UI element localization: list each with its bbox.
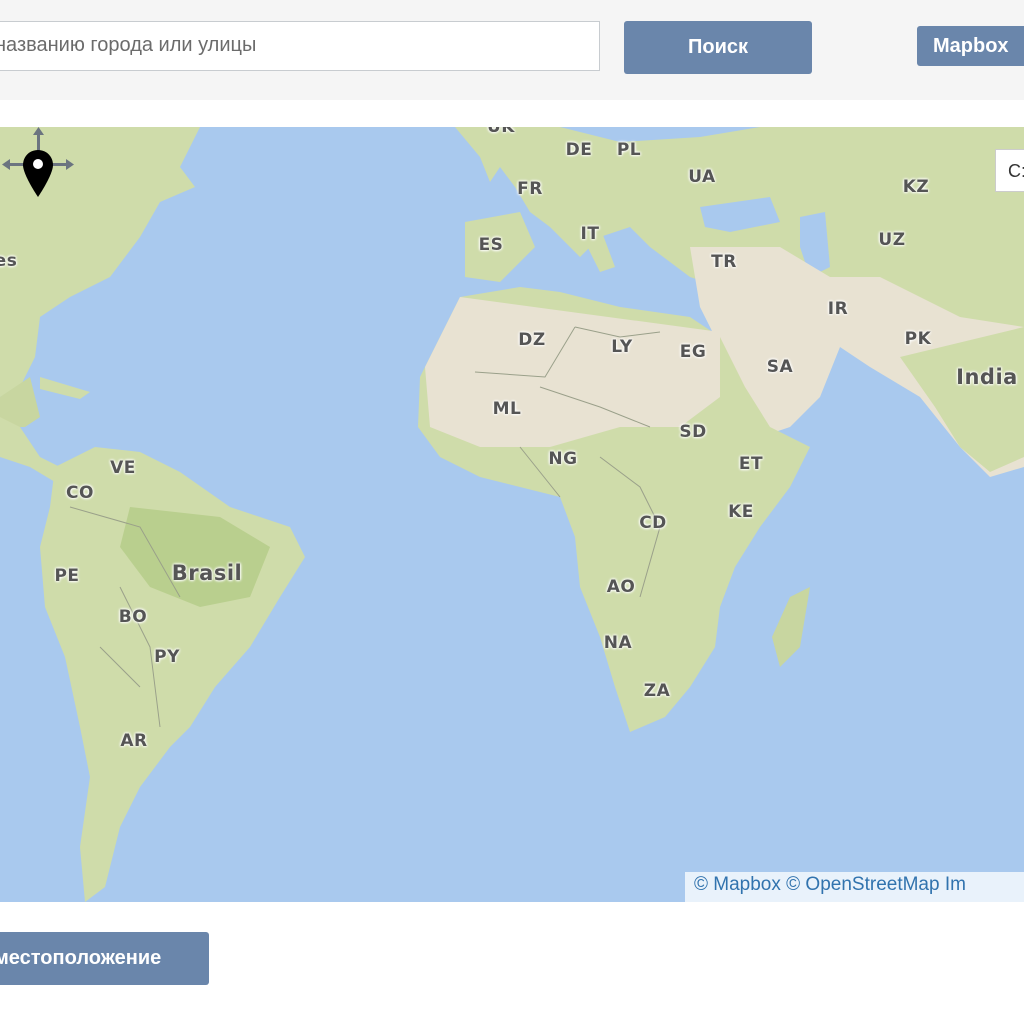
country-label: KE xyxy=(728,502,754,522)
country-label: PL xyxy=(616,140,642,160)
country-label: Brasil xyxy=(171,561,243,585)
country-label: AR xyxy=(120,731,148,751)
top-toolbar: Поиск Mapbox xyxy=(0,0,1024,100)
country-label: BO xyxy=(118,607,148,627)
country-label: ZA xyxy=(643,681,671,701)
country-label: DE xyxy=(565,140,593,160)
country-label: FR xyxy=(517,179,543,199)
country-label: PK xyxy=(904,329,932,349)
country-label: VE xyxy=(110,458,136,478)
country-label: ML xyxy=(492,399,522,419)
country-label: UZ xyxy=(878,230,906,250)
country-label: India xyxy=(956,365,1018,389)
map-control-box[interactable]: C: xyxy=(995,149,1024,192)
country-label: NA xyxy=(603,633,633,653)
search-input[interactable] xyxy=(0,21,600,71)
country-label: KZ xyxy=(902,177,930,197)
country-label: SA xyxy=(766,357,794,377)
country-label: PY xyxy=(154,647,180,667)
map-view[interactable]: UK DE PL FR UA KZ ES IT UZ es TR IR DZ LY EG PK SA India M… xyxy=(0,127,1024,902)
country-label: es xyxy=(0,251,18,271)
map-layer-button[interactable]: Mapbox xyxy=(917,26,1024,66)
country-label: TR xyxy=(711,252,737,272)
country-label: CD xyxy=(639,513,667,533)
my-location-button[interactable]: местоположение xyxy=(0,932,209,985)
country-label: ET xyxy=(738,454,764,474)
country-label: SD xyxy=(679,422,707,442)
search-button[interactable]: Поиск xyxy=(624,21,812,74)
country-label: IR xyxy=(827,299,849,319)
country-label: PE xyxy=(54,566,80,586)
country-label: LY xyxy=(611,337,633,357)
country-label: IT xyxy=(580,224,600,244)
country-label: UK xyxy=(487,127,515,137)
country-label: EG xyxy=(679,342,707,362)
country-label: AO xyxy=(606,577,636,597)
country-label: DZ xyxy=(518,330,546,350)
country-label: NG xyxy=(548,449,578,469)
map-pin-icon[interactable] xyxy=(0,127,76,199)
country-label: ES xyxy=(478,235,504,255)
map-tiles xyxy=(0,127,1024,902)
map-attribution[interactable]: © Mapbox © OpenStreetMap Im xyxy=(685,872,1024,902)
country-label: UA xyxy=(688,167,716,187)
country-label: CO xyxy=(66,483,94,503)
